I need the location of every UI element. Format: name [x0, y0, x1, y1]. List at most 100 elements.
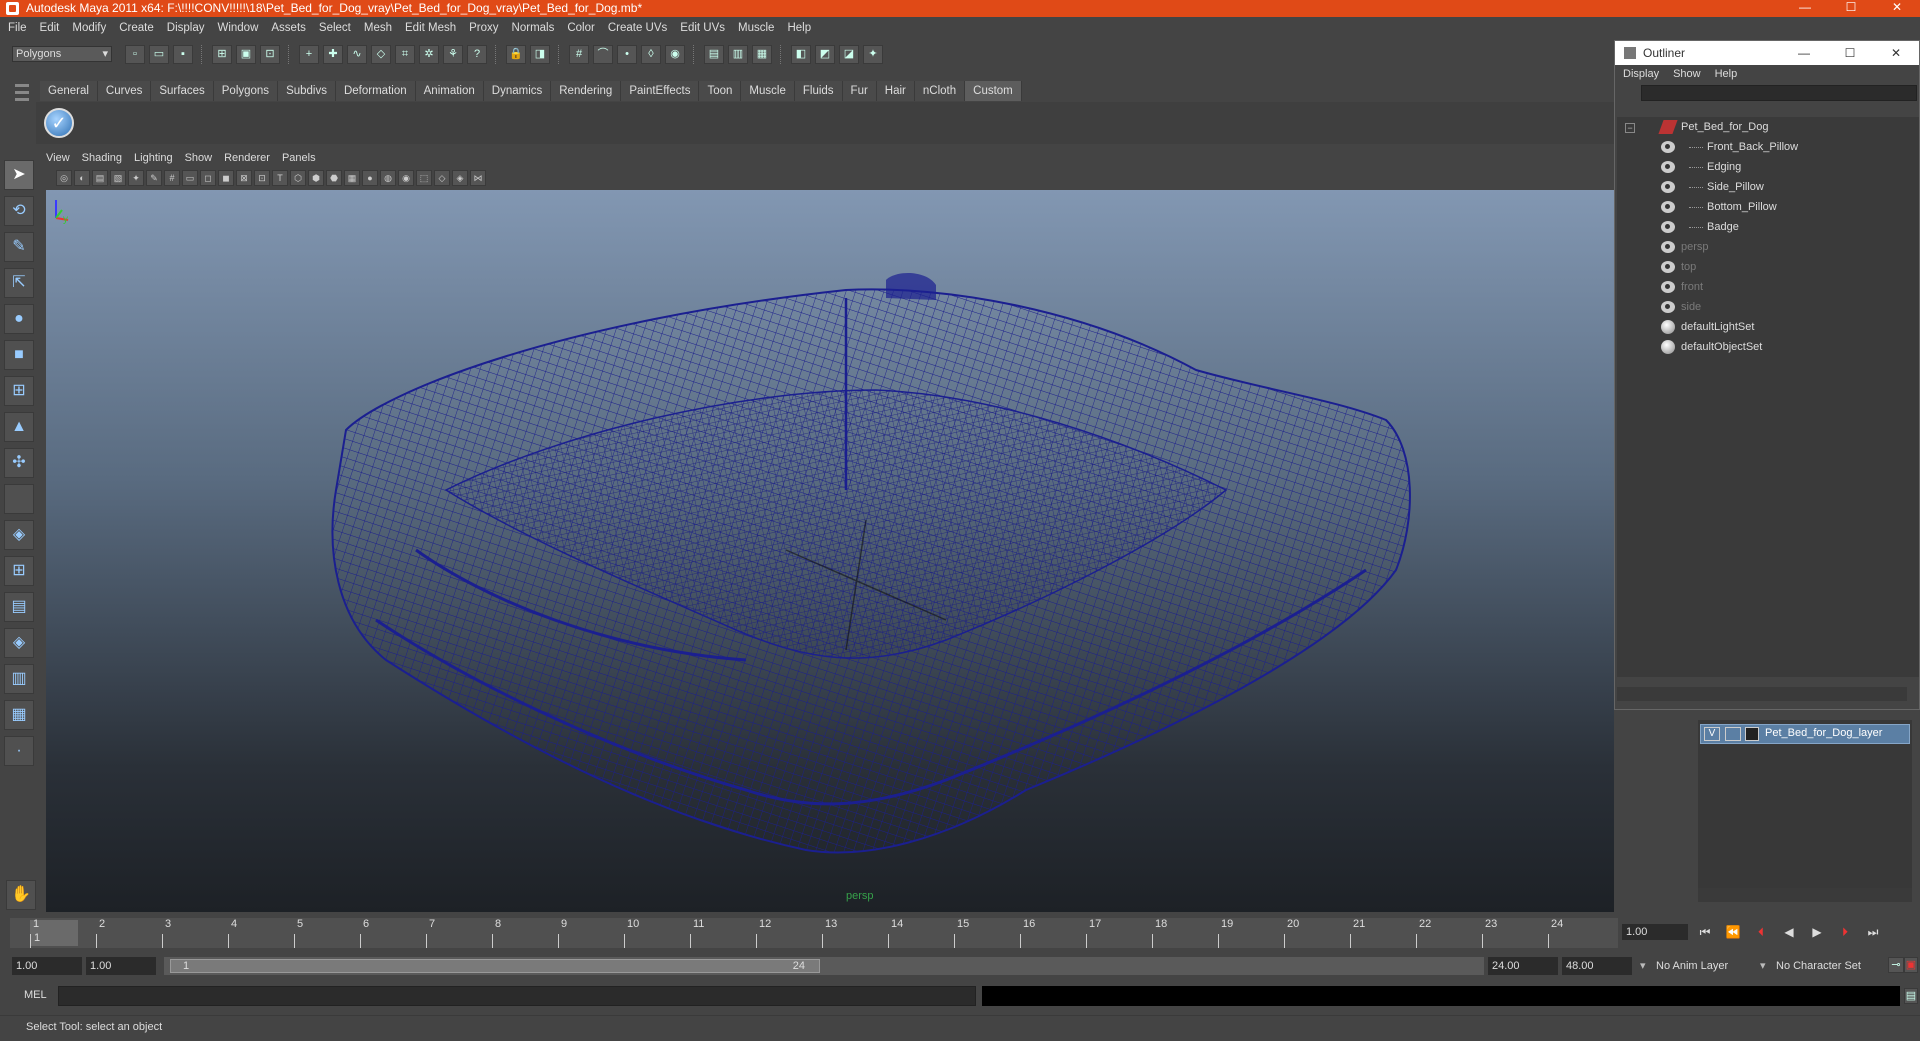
make-live-icon[interactable]: ◉	[665, 45, 685, 64]
shelf-tab-surfaces[interactable]: Surfaces	[151, 81, 214, 101]
high-quality-icon[interactable]: ◉	[398, 170, 414, 186]
mel-label[interactable]: MEL	[24, 989, 47, 1001]
current-time-field[interactable]: 1.00	[1622, 924, 1688, 940]
shadows-icon[interactable]: ◍	[380, 170, 396, 186]
collapse-icon[interactable]: −	[1625, 123, 1635, 133]
safe-title-icon[interactable]: T	[272, 170, 288, 186]
shelf-editor-hand-icon[interactable]: ✋	[6, 880, 36, 910]
open-scene-icon[interactable]: ▭	[149, 45, 169, 64]
select-tool-icon[interactable]: ➤	[4, 160, 34, 190]
outliner-item-front[interactable]: front	[1617, 277, 1909, 297]
persp-graph-hypergraph-layout-icon[interactable]: ▦	[4, 700, 34, 730]
outliner-item-pet-bed-for-dog[interactable]: − Pet_Bed_for_Dog	[1617, 117, 1909, 137]
bookmarks-icon[interactable]: ▤	[92, 170, 108, 186]
character-set-dropdown[interactable]: No Character Set	[1760, 957, 1882, 975]
select-by-handle-icon[interactable]: +	[299, 45, 319, 64]
shelf-tab-muscle[interactable]: Muscle	[741, 81, 795, 101]
step-back-frame-icon[interactable]: ⏴	[1750, 924, 1772, 940]
use-all-lights-icon[interactable]: ●	[362, 170, 378, 186]
shelf-tab-custom[interactable]: Custom	[965, 81, 1022, 101]
four-view-layout-icon[interactable]: ⊞	[4, 556, 34, 586]
menu-set-dropdown[interactable]: Polygons	[12, 46, 112, 62]
isolate-select-icon[interactable]: ⬚	[416, 170, 432, 186]
outliner-item-front-back-pillow[interactable]: Front_Back_Pillow	[1617, 137, 1909, 157]
outliner-item-side-pillow[interactable]: Side_Pillow	[1617, 177, 1909, 197]
select-by-rendering-icon[interactable]: ⚘	[443, 45, 463, 64]
safe-action-icon[interactable]: ⊡	[254, 170, 270, 186]
outliner-vertical-scrollbar[interactable]	[1907, 117, 1919, 677]
panel-menu-view[interactable]: View	[46, 152, 70, 168]
universal-manipulator-icon[interactable]: ⊞	[4, 376, 34, 406]
shelf-tab-fur[interactable]: Fur	[842, 81, 877, 101]
textured-icon[interactable]: ▦	[344, 170, 360, 186]
shelf-tab-ncloth[interactable]: nCloth	[914, 81, 966, 101]
menu-edit-mesh[interactable]: Edit Mesh	[405, 22, 456, 34]
close-button[interactable]: ✕	[1874, 0, 1920, 17]
shelf-tab-animation[interactable]: Animation	[415, 81, 484, 101]
shelf-menu-handle[interactable]	[12, 80, 32, 140]
select-camera-icon[interactable]: ◎	[56, 170, 72, 186]
image-plane-icon[interactable]: ▧	[110, 170, 126, 186]
panel-menu-renderer[interactable]: Renderer	[224, 152, 270, 168]
shelf-tab-dynamics[interactable]: Dynamics	[483, 81, 552, 101]
shelf-tab-toon[interactable]: Toon	[699, 81, 742, 101]
outliner-menu-help[interactable]: Help	[1715, 68, 1738, 80]
menu-create[interactable]: Create	[119, 22, 154, 34]
snap-to-point-icon[interactable]: •	[617, 45, 637, 64]
panel-menu-show[interactable]: Show	[185, 152, 213, 168]
shelf-tab-hair[interactable]: Hair	[876, 81, 915, 101]
scale-tool-icon[interactable]: ■	[4, 340, 34, 370]
menu-create-uvs[interactable]: Create UVs	[608, 22, 667, 34]
key-icon[interactable]: ⊸	[1888, 957, 1904, 973]
resolution-gate-icon[interactable]: ◻	[200, 170, 216, 186]
menu-edit[interactable]: Edit	[40, 22, 60, 34]
menu-help[interactable]: Help	[787, 22, 811, 34]
shelf-tab-rendering[interactable]: Rendering	[551, 81, 622, 101]
select-by-deformation-icon[interactable]: ⌗	[395, 45, 415, 64]
select-by-curve-icon[interactable]: ∿	[347, 45, 367, 64]
lock-selection-icon[interactable]: 🔒	[506, 45, 526, 64]
snap-to-curve-icon[interactable]: ⌒	[593, 45, 613, 64]
select-misc-icon[interactable]: ?	[467, 45, 487, 64]
panel-menu-panels[interactable]: Panels	[282, 152, 316, 168]
layer-visibility-toggle[interactable]: V	[1704, 727, 1720, 741]
render-view-icon[interactable]: ▦	[752, 45, 772, 64]
maximize-button[interactable]: ☐	[1828, 0, 1874, 17]
menu-select[interactable]: Select	[319, 22, 351, 34]
hypershade-icon[interactable]: ✦	[863, 45, 883, 64]
animation-end-field[interactable]: 48.00	[1562, 957, 1632, 975]
menu-edit-uvs[interactable]: Edit UVs	[680, 22, 725, 34]
menu-muscle[interactable]: Muscle	[738, 22, 774, 34]
layout-options-icon[interactable]: ·	[4, 736, 34, 766]
range-slider-thumb[interactable]: 1 24	[170, 959, 820, 973]
select-object-icon[interactable]: ▣	[236, 45, 256, 64]
persp-graph-layout-icon[interactable]: ◈	[4, 628, 34, 658]
outliner-close-button[interactable]: ✕	[1873, 41, 1919, 65]
select-by-dynamics-icon[interactable]: ✲	[419, 45, 439, 64]
film-gate-icon[interactable]: ▭	[182, 170, 198, 186]
outliner-filter-input[interactable]	[1641, 85, 1917, 101]
play-forward-icon[interactable]: ▶	[1806, 924, 1828, 940]
render-current-frame-icon[interactable]: ◧	[791, 45, 811, 64]
hypershade-layout-icon[interactable]: ▥	[4, 664, 34, 694]
outliner-item-persp[interactable]: persp	[1617, 237, 1909, 257]
layer-color-swatch[interactable]	[1745, 727, 1759, 741]
x-ray-icon[interactable]: ◇	[434, 170, 450, 186]
smooth-shade-icon[interactable]: ⬢	[308, 170, 324, 186]
outliner-item-bottom-pillow[interactable]: Bottom_Pillow	[1617, 197, 1909, 217]
panel-menu-lighting[interactable]: Lighting	[134, 152, 173, 168]
shelf-tab-fluids[interactable]: Fluids	[794, 81, 843, 101]
outliner-item-edging[interactable]: Edging	[1617, 157, 1909, 177]
outliner-menu-display[interactable]: Display	[1623, 68, 1659, 80]
camera-attributes-icon[interactable]: ◐	[74, 170, 90, 186]
layer-playback-toggle[interactable]	[1725, 727, 1741, 741]
backface-culling-icon[interactable]: ⋈	[470, 170, 486, 186]
script-editor-icon[interactable]: ▤	[1904, 988, 1918, 1004]
shelf-tab-painteffects[interactable]: PaintEffects	[621, 81, 700, 101]
menu-display[interactable]: Display	[167, 22, 205, 34]
new-scene-icon[interactable]: ▫	[125, 45, 145, 64]
outliner-item-top[interactable]: top	[1617, 257, 1909, 277]
outliner-maximize-button[interactable]: ☐	[1827, 41, 1873, 65]
menu-assets[interactable]: Assets	[271, 22, 306, 34]
outliner-item-default-light-set[interactable]: defaultLightSet	[1617, 317, 1909, 337]
